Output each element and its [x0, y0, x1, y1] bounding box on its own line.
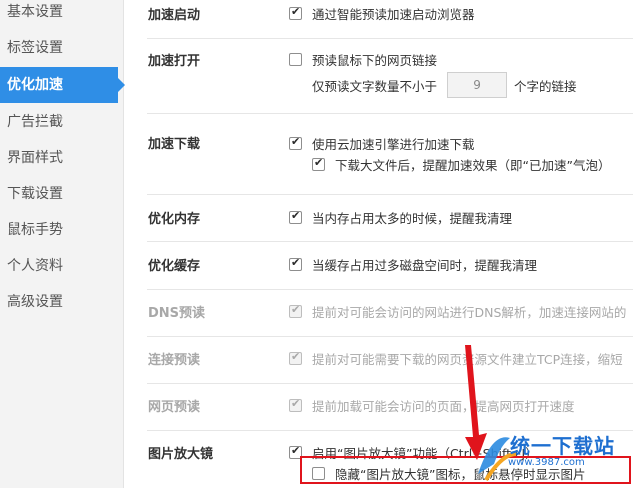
accel-download-option[interactable]: 使用云加速引擎进行加速下载 — [289, 134, 475, 153]
divider — [147, 113, 633, 114]
optimize-memory-option[interactable]: 当内存占用太多的时候，提醒我清理 — [289, 208, 512, 227]
dns-prefetch-checkbox — [289, 303, 302, 318]
optimize-cache-text: 当缓存占用过多磁盘空间时，提醒我清理 — [312, 258, 538, 273]
section-label-optimize-cache: 优化缓存 — [148, 259, 201, 274]
divider — [147, 194, 633, 195]
dns-prefetch-text: 提前对可能会访问的网站进行DNS解析，加速连接网站的 — [312, 305, 627, 320]
prefetch-length-prefix: 仅预读文字数量不小于 — [312, 78, 438, 94]
divider — [147, 289, 633, 290]
sidebar-item-optimize[interactable]: 优化加速 — [0, 67, 125, 103]
sidebar-item-basic[interactable]: 基本设置 — [0, 0, 124, 30]
watermark-brand: 统一下载站 — [510, 434, 615, 458]
watermark-url: www.3987.com — [508, 457, 585, 468]
optimize-memory-checkbox[interactable] — [289, 209, 302, 224]
accel-start-text: 通过智能预读加速启动浏览器 — [312, 7, 475, 22]
prefetch-length-row: 仅预读文字数量不小于 9 个字的链接 — [312, 72, 577, 98]
accel-open-option[interactable]: 预读鼠标下的网页链接 — [289, 50, 437, 69]
section-label-page-prefetch: 网页预读 — [148, 400, 201, 415]
accel-download-notify-option[interactable]: 下载大文件后，提醒加速效果（即“已加速”气泡） — [312, 155, 610, 174]
accel-download-notify-text: 下载大文件后，提醒加速效果（即“已加速”气泡） — [335, 158, 611, 173]
optimize-cache-checkbox[interactable] — [289, 256, 302, 271]
conn-prefetch-checkbox — [289, 350, 302, 365]
divider — [147, 241, 633, 242]
prefetch-length-input[interactable]: 9 — [447, 72, 508, 98]
section-label-magnifier: 图片放大镜 — [148, 447, 214, 462]
accel-open-checkbox[interactable] — [289, 53, 302, 66]
settings-content: 加速启动 通过智能预读加速启动浏览器 加速打开 预读鼠标下的网页链接 仅预读文字… — [124, 0, 633, 488]
optimize-cache-option[interactable]: 当缓存占用过多磁盘空间时，提醒我清理 — [289, 255, 537, 274]
section-label-accel-download: 加速下载 — [148, 137, 201, 152]
accel-open-text: 预读鼠标下的网页链接 — [312, 53, 438, 68]
accel-start-checkbox[interactable] — [289, 5, 302, 20]
section-label-conn-prefetch: 连接预读 — [148, 353, 201, 368]
sidebar-item-advanced[interactable]: 高级设置 — [0, 284, 124, 320]
page-prefetch-text: 提前加载可能会访问的页面，提高网页打开速度 — [312, 399, 575, 414]
accel-download-text: 使用云加速引擎进行加速下载 — [312, 137, 475, 152]
divider — [147, 383, 633, 384]
sidebar-item-profile[interactable]: 个人资料 — [0, 248, 124, 284]
sidebar-item-gestures[interactable]: 鼠标手势 — [0, 212, 124, 248]
sidebar-item-tabs[interactable]: 标签设置 — [0, 30, 124, 66]
divider — [147, 336, 633, 337]
sidebar-item-appearance[interactable]: 界面样式 — [0, 140, 124, 176]
accel-download-checkbox[interactable] — [289, 135, 302, 150]
dns-prefetch-option: 提前对可能会访问的网站进行DNS解析，加速连接网站的 — [289, 302, 626, 321]
section-label-optimize-memory: 优化内存 — [148, 212, 201, 227]
accel-download-notify-checkbox[interactable] — [312, 156, 325, 171]
section-label-accel-start: 加速启动 — [148, 8, 201, 23]
settings-sidebar: 基本设置 标签设置 优化加速 广告拦截 界面样式 下载设置 鼠标手势 个人资料 … — [0, 0, 125, 488]
optimize-memory-text: 当内存占用太多的时候，提醒我清理 — [312, 211, 513, 226]
divider — [147, 38, 633, 39]
accel-start-option[interactable]: 通过智能预读加速启动浏览器 — [289, 4, 475, 23]
sidebar-item-download[interactable]: 下载设置 — [0, 176, 124, 212]
section-label-accel-open: 加速打开 — [148, 54, 201, 69]
prefetch-length-suffix: 个字的链接 — [514, 78, 577, 94]
page-prefetch-checkbox — [289, 397, 302, 412]
section-label-dns-prefetch: DNS预读 — [148, 306, 206, 321]
page-prefetch-option: 提前加载可能会访问的页面，提高网页打开速度 — [289, 396, 575, 415]
sidebar-item-adblock[interactable]: 广告拦截 — [0, 104, 124, 140]
